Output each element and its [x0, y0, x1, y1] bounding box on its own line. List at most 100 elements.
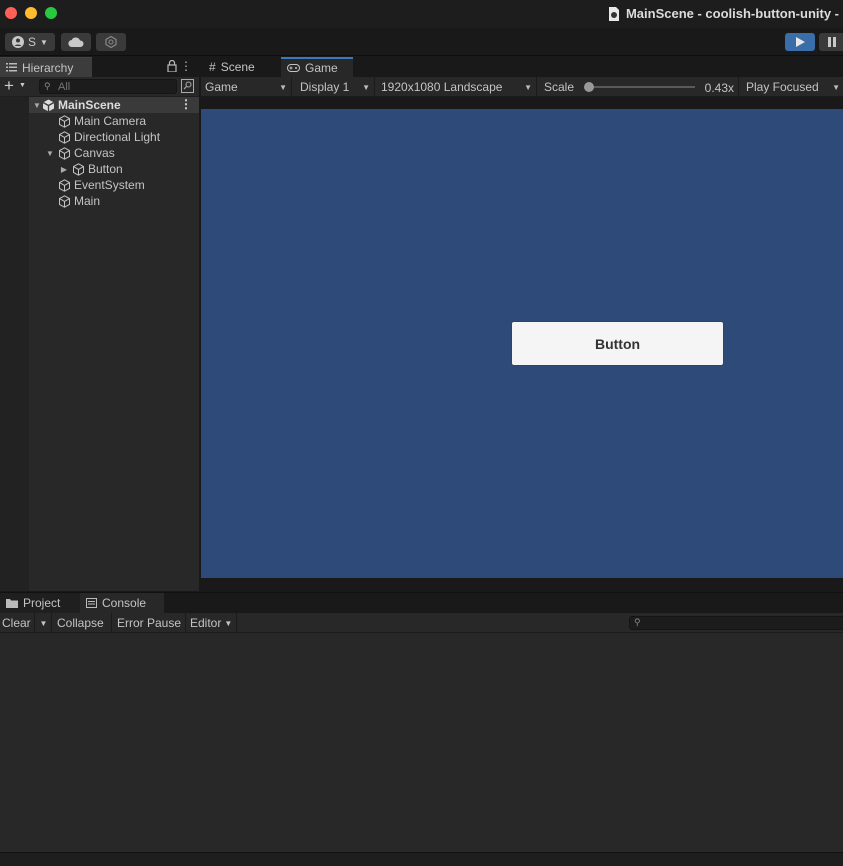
- gameobject-icon: [59, 146, 70, 160]
- editor-dropdown-label: Editor: [190, 616, 222, 630]
- scale-slider-thumb[interactable]: [584, 82, 594, 92]
- tab-console[interactable]: Console: [80, 593, 164, 613]
- gamepad-icon: [287, 64, 300, 72]
- chevron-down-icon: ▼: [224, 618, 233, 628]
- list-icon: [6, 63, 17, 72]
- game-view-dropdown[interactable]: Game ▼: [201, 77, 292, 97]
- account-label: S: [28, 35, 37, 49]
- hierarchy-item-label: Directional Light: [74, 130, 161, 144]
- hierarchy-item-eventsystem[interactable]: EventSystem: [29, 177, 199, 193]
- cloud-button[interactable]: [61, 33, 91, 51]
- clear-button-label: Clear: [2, 616, 31, 630]
- gameobject-icon: [59, 194, 70, 208]
- hierarchy-item-canvas[interactable]: ▼ Canvas: [29, 145, 199, 161]
- game-viewport[interactable]: Button: [201, 109, 843, 578]
- expand-arrow-icon[interactable]: ▼: [45, 149, 55, 158]
- resolution-dropdown[interactable]: 1920x1080 Landscape ▼: [377, 77, 537, 97]
- console-search[interactable]: ⚲: [629, 616, 843, 630]
- folder-icon: [6, 599, 18, 608]
- account-icon: [12, 36, 25, 48]
- hierarchy-search[interactable]: ⚲: [39, 79, 177, 94]
- game-ui-button[interactable]: Button: [512, 322, 723, 365]
- search-icon: ⚲: [44, 81, 51, 91]
- add-icon[interactable]: +: [4, 77, 14, 95]
- grid-icon: #: [209, 60, 216, 74]
- tab-project[interactable]: Project: [0, 593, 80, 613]
- search-icon: ⚲: [634, 617, 641, 627]
- kebab-menu-icon[interactable]: ⋮: [180, 97, 192, 111]
- clear-options-dropdown[interactable]: ▼: [36, 613, 52, 633]
- unity-logo-icon: [42, 99, 55, 111]
- scene-name: MainScene: [58, 98, 121, 112]
- play-button[interactable]: [785, 33, 815, 51]
- close-window-button[interactable]: [5, 7, 17, 19]
- game-view-panel: # Scene Game Game ▼ Display 1 ▼ 1920x108…: [201, 57, 843, 591]
- expand-arrow-icon[interactable]: ▼: [32, 101, 42, 110]
- collab-button[interactable]: [96, 33, 126, 51]
- scale-slider-track[interactable]: [587, 86, 695, 88]
- search-by-type-icon[interactable]: [181, 79, 194, 93]
- tab-project-label: Project: [23, 596, 61, 610]
- play-mode-dropdown[interactable]: Play Focused ▼: [742, 77, 843, 97]
- tab-console-label: Console: [102, 596, 147, 610]
- play-mode-dropdown-label: Play Focused: [746, 80, 819, 94]
- game-ui-button-label: Button: [594, 335, 641, 352]
- hierarchy-item-main[interactable]: Main: [29, 193, 199, 209]
- account-dropdown[interactable]: S ▼: [5, 33, 55, 51]
- collapse-arrow-icon[interactable]: ▶: [59, 165, 69, 174]
- tab-hierarchy-label: Hierarchy: [22, 60, 74, 75]
- hierarchy-item-label: EventSystem: [74, 178, 145, 192]
- console-icon: [86, 598, 97, 608]
- tab-scene[interactable]: # Scene: [203, 57, 279, 77]
- editor-dropdown[interactable]: Editor ▼: [187, 613, 237, 633]
- main-toolbar: S ▼: [0, 28, 843, 56]
- hierarchy-gutter: [0, 97, 29, 591]
- scale-value: 0.43x: [704, 81, 734, 95]
- pause-button[interactable]: [819, 33, 843, 51]
- bottom-tabbar: Project Console: [0, 593, 843, 613]
- hierarchy-item-label: Canvas: [74, 146, 115, 160]
- display-dropdown[interactable]: Display 1 ▼: [296, 77, 375, 97]
- error-pause-button[interactable]: Error Pause: [114, 613, 186, 633]
- console-toolbar: Clear ▼ Collapse Error Pause Editor ▼ ⚲: [0, 613, 843, 633]
- hierarchy-toolbar: + ▼ ⚲: [0, 77, 199, 97]
- view-tabbar: # Scene Game: [201, 57, 843, 77]
- lock-icon[interactable]: [167, 60, 177, 72]
- chevron-down-icon: ▼: [39, 618, 48, 628]
- hierarchy-item-directional-light[interactable]: Directional Light: [29, 129, 199, 145]
- pause-icon: [828, 37, 836, 47]
- clear-button[interactable]: Clear: [0, 613, 35, 633]
- console-search-input[interactable]: [646, 617, 836, 629]
- hierarchy-item-label: Main Camera: [74, 114, 147, 128]
- gameobject-icon: [59, 178, 70, 192]
- status-bar: [0, 852, 843, 866]
- collab-icon: [105, 36, 117, 48]
- hierarchy-item-button[interactable]: ▶ Button: [29, 161, 199, 177]
- hierarchy-item-label: Button: [88, 162, 123, 176]
- kebab-menu-icon[interactable]: ⋮: [180, 59, 192, 73]
- chevron-down-icon[interactable]: ▼: [19, 82, 26, 89]
- hierarchy-item-main-camera[interactable]: Main Camera: [29, 113, 199, 129]
- chevron-down-icon: ▼: [362, 82, 370, 92]
- hierarchy-tabbar: Hierarchy ⋮: [0, 57, 199, 77]
- chevron-down-icon: ▼: [40, 37, 48, 47]
- error-pause-button-label: Error Pause: [117, 616, 182, 630]
- unity-scene-file-icon: [608, 6, 619, 21]
- chevron-down-icon: ▼: [832, 82, 840, 92]
- tab-game-label: Game: [305, 61, 338, 75]
- tab-game[interactable]: Game: [281, 57, 353, 77]
- hierarchy-panel: Hierarchy ⋮ + ▼ ⚲ ▼ MainScene ⋮ Main Cam…: [0, 57, 199, 591]
- minimize-window-button[interactable]: [25, 7, 37, 19]
- tab-hierarchy[interactable]: Hierarchy: [0, 57, 92, 77]
- cloud-icon: [68, 37, 84, 47]
- hierarchy-item-label: Main: [74, 194, 101, 208]
- collapse-button-label: Collapse: [57, 616, 104, 630]
- play-icon: [796, 37, 805, 47]
- hierarchy-search-input[interactable]: [58, 80, 168, 93]
- zoom-window-button[interactable]: [45, 7, 57, 19]
- collapse-button[interactable]: Collapse: [54, 613, 112, 633]
- gameobject-icon: [73, 162, 84, 176]
- game-view-toolbar: Game ▼ Display 1 ▼ 1920x1080 Landscape ▼…: [201, 77, 843, 97]
- hierarchy-scene-row[interactable]: ▼ MainScene ⋮: [29, 97, 199, 113]
- display-dropdown-label: Display 1: [300, 80, 350, 94]
